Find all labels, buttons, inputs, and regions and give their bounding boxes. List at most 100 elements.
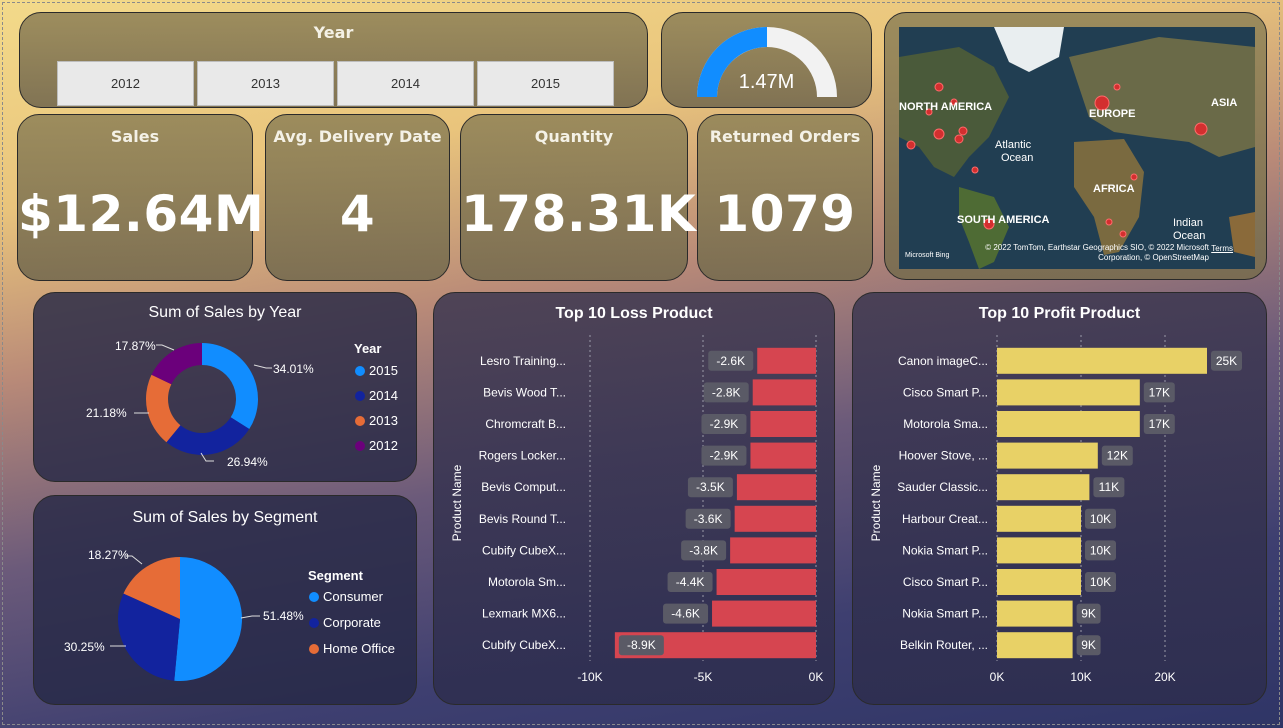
map-marker (1130, 173, 1138, 181)
legend-item-home-office[interactable]: Home Office (309, 641, 395, 656)
quantity-kpi-card: Quantity 178.31K (460, 114, 696, 281)
profit-bar[interactable] (997, 347, 1207, 374)
profit-category-label: Canon imageC... (898, 354, 988, 368)
profit-bar[interactable] (997, 411, 1140, 437)
year-pct-2012: 17.87% (115, 339, 156, 353)
profit-data-label: 17K (1149, 385, 1170, 399)
year-slice-2014[interactable] (166, 417, 250, 455)
loss-data-label: -2.9K (710, 449, 739, 463)
loss-y-axis-label: Product Name (450, 464, 464, 541)
map-label-atlantic: Atlantic (995, 139, 1032, 151)
world-map[interactable]: NORTH AMERICA EUROPE ASIA Atlantic Ocean… (899, 27, 1255, 269)
year-pct-2015: 34.01% (273, 362, 314, 376)
year-slice-2012[interactable] (151, 343, 202, 385)
returned-kpi-card: Returned Orders 1079 (697, 114, 873, 281)
profit-data-label: 11K (1099, 480, 1119, 494)
loss-bar[interactable] (734, 505, 816, 532)
loss-category-label: Cubify CubeX... (482, 638, 566, 652)
sales-by-segment-card: Sum of Sales by Segment 51.48% 30.25% 18… (33, 495, 417, 705)
legend-item-2015[interactable]: 2015 (355, 363, 398, 378)
loss-bar[interactable] (750, 442, 816, 469)
profit-data-label: 10K (1090, 543, 1111, 557)
loss-bar[interactable] (750, 411, 816, 437)
year-pct-2013: 21.18% (86, 406, 127, 420)
profit-bar[interactable] (997, 632, 1073, 659)
leader-line (240, 615, 260, 619)
loss-x-tick-label: -10K (577, 670, 602, 684)
map-label-europe: EUROPE (1089, 108, 1135, 120)
legend-item-2012[interactable]: 2012 (355, 438, 398, 453)
legend-item-2014[interactable]: 2014 (355, 388, 398, 403)
segment-pct-corporate: 30.25% (64, 640, 105, 654)
loss-data-label: -2.9K (710, 417, 739, 431)
legend-label-2012: 2012 (369, 438, 398, 453)
year-button-2013[interactable]: 2013 (197, 61, 334, 106)
loss-category-label: Bevis Round T... (479, 512, 566, 526)
sales-kpi-label: Sales (110, 127, 160, 146)
legend-item-2013[interactable]: 2013 (355, 413, 398, 428)
legend-label-2015: 2015 (369, 363, 398, 378)
segment-slice-consumer[interactable] (174, 557, 243, 681)
year-button-2014[interactable]: 2014 (337, 61, 474, 106)
legend-label-2013: 2013 (369, 413, 398, 428)
map-label-indian: Indian (1173, 217, 1203, 229)
legend-label-2014: 2014 (369, 388, 398, 403)
gauge-value: 1.47M (738, 71, 795, 93)
profit-x-tick-label: 20K (1154, 670, 1175, 684)
year-slicer: Year 2012 2013 2014 2015 (19, 12, 648, 108)
profit-bar-chart[interactable]: Product Name 0K 10K 20K Canon imageC... 25K Ci… (853, 293, 1268, 706)
loss-bar[interactable] (716, 569, 816, 595)
map-terms-link[interactable]: Terms (1211, 244, 1233, 253)
legend-label-consumer: Consumer (323, 589, 383, 604)
legend-dot-2014 (355, 390, 365, 401)
year-button-2015[interactable]: 2015 (477, 61, 614, 106)
loss-category-label: Cubify CubeX... (482, 543, 566, 557)
year-slice-2015[interactable] (202, 343, 258, 430)
profit-bar[interactable] (997, 537, 1081, 564)
loss-bar-chart[interactable]: Product Name -10K -5K 0K Lesro Training... -2… (434, 293, 836, 706)
loss-category-label: Bevis Wood T... (483, 385, 566, 399)
profit-category-label: Cisco Smart P... (903, 385, 988, 399)
loss-category-label: Lexmark MX6... (482, 607, 566, 621)
map-label-north-america: NORTH AMERICA (899, 101, 992, 113)
loss-category-label: Lesro Training... (480, 354, 566, 368)
loss-data-label: -4.6K (671, 607, 700, 621)
sales-kpi-card: Sales $12.64M (17, 114, 264, 281)
legend-item-corporate[interactable]: Corporate (309, 615, 381, 630)
loss-category-label: Rogers Locker... (479, 449, 566, 463)
loss-bar[interactable] (757, 347, 816, 374)
leader-line (253, 364, 272, 369)
map-marker (934, 82, 944, 92)
loss-bar[interactable] (712, 600, 816, 627)
loss-bar[interactable] (730, 537, 816, 564)
profit-bar[interactable] (997, 442, 1098, 469)
profit-category-label: Cisco Smart P... (903, 575, 988, 589)
map-card: NORTH AMERICA EUROPE ASIA Atlantic Ocean… (884, 12, 1267, 280)
profit-data-label: 9K (1081, 638, 1096, 652)
map-label-asia: ASIA (1211, 97, 1237, 109)
profit-bar[interactable] (997, 600, 1073, 627)
delivery-kpi-value: 4 (339, 185, 376, 243)
profit-bar[interactable] (997, 569, 1081, 595)
profit-bar[interactable] (997, 379, 1140, 406)
year-button-2012[interactable]: 2012 (57, 61, 194, 106)
loss-bar[interactable] (752, 379, 816, 406)
map-brand: Microsoft Bing (905, 252, 950, 259)
profit-category-label: Nokia Smart P... (902, 607, 988, 621)
legend-dot-consumer (309, 591, 319, 602)
profit-x-tick-label: 10K (1070, 670, 1091, 684)
profit-data-label: 9K (1081, 607, 1096, 621)
loss-category-label: Chromcraft B... (485, 417, 566, 431)
profit-bar[interactable] (997, 505, 1081, 532)
profit-data-label: 25K (1216, 354, 1237, 368)
loss-bar[interactable] (736, 474, 816, 501)
year-pct-2014: 26.94% (227, 455, 268, 469)
legend-item-consumer[interactable]: Consumer (309, 589, 383, 604)
segment-pct-consumer: 51.48% (263, 609, 304, 623)
map-label-indian-ocean: Ocean (1173, 230, 1205, 242)
profit-data-label: 17K (1149, 417, 1170, 431)
profit-category-label: Nokia Smart P... (902, 543, 988, 557)
map-marker (1113, 83, 1121, 91)
profit-bar[interactable] (997, 474, 1090, 501)
loss-category-label: Bevis Comput... (481, 480, 566, 494)
